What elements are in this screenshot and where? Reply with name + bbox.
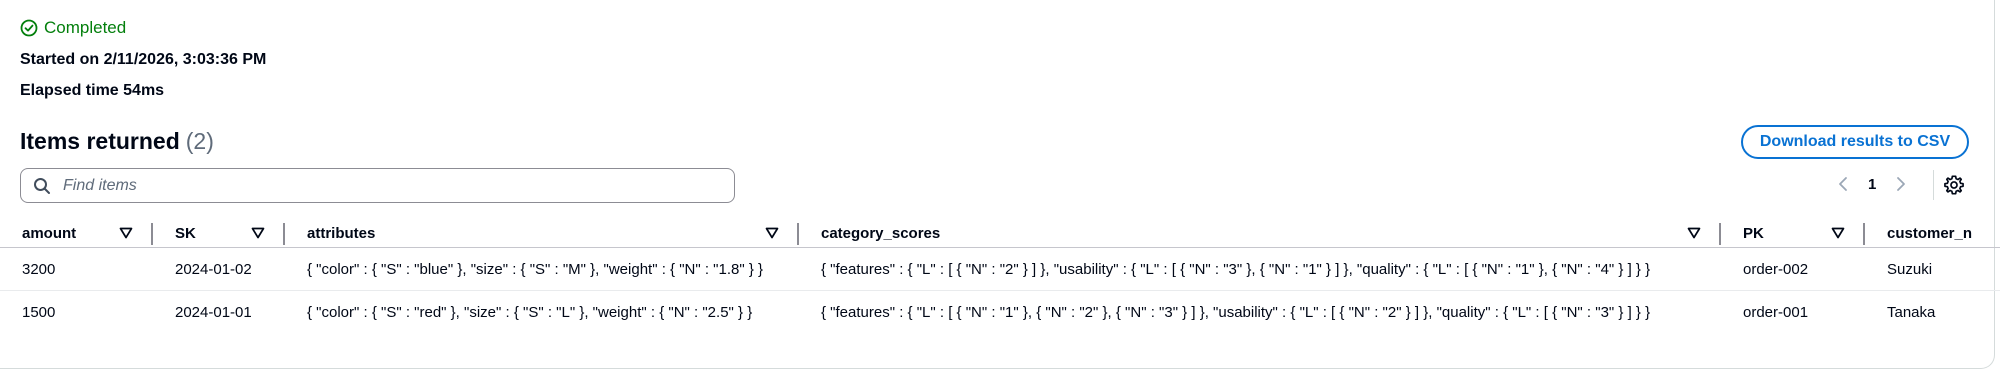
cell-amount[interactable]: 3200: [0, 247, 153, 291]
sort-icon[interactable]: [119, 227, 133, 239]
cell-attributes[interactable]: { "color" : { "S" : "red" }, "size" : { …: [285, 291, 799, 334]
sort-icon[interactable]: [1831, 227, 1845, 239]
column-header-category-scores[interactable]: category_scores: [799, 219, 1721, 248]
cell-sk[interactable]: 2024-01-01: [153, 291, 285, 334]
cell-attributes[interactable]: { "color" : { "S" : "blue" }, "size" : {…: [285, 247, 799, 291]
column-label: SK: [175, 224, 196, 242]
current-page-number[interactable]: 1: [1868, 176, 1876, 193]
results-panel: Completed Started on 2/11/2026, 3:03:36 …: [0, 0, 2000, 369]
sort-icon[interactable]: [1687, 227, 1701, 239]
cell-category-scores[interactable]: { "features" : { "L" : [ { "N" : "2" } ]…: [799, 247, 1721, 291]
column-header-sk[interactable]: SK: [153, 219, 285, 248]
column-header-pk[interactable]: PK: [1721, 219, 1865, 248]
sort-icon[interactable]: [251, 227, 265, 239]
chevron-right-icon: [1897, 177, 1906, 191]
results-table: amount SK attributes category_scores PK …: [0, 219, 2000, 333]
cell-customer-name[interactable]: Suzuki: [1865, 247, 2000, 291]
items-returned-count: (2): [185, 128, 214, 154]
elapsed-time-text: Elapsed time 54ms: [20, 82, 165, 99]
pagination: 1: [1836, 174, 1908, 194]
search-input[interactable]: [61, 175, 705, 196]
cell-sk[interactable]: 2024-01-02: [153, 247, 285, 291]
status-label: Completed: [44, 18, 127, 37]
column-label: amount: [22, 224, 77, 242]
sort-icon[interactable]: [765, 227, 779, 239]
cell-amount[interactable]: 1500: [0, 291, 153, 334]
download-csv-button[interactable]: Download results to CSV: [1741, 125, 1969, 159]
cell-category-scores[interactable]: { "features" : { "L" : [ { "N" : "1" }, …: [799, 291, 1721, 334]
column-label: category_scores: [821, 224, 941, 242]
check-circle-icon: [20, 19, 38, 37]
column-header-customer-name[interactable]: customer_n: [1865, 219, 2000, 248]
table-row[interactable]: 3200 2024-01-02 { "color" : { "S" : "blu…: [0, 247, 2000, 291]
table-header-row: amount SK attributes category_scores PK …: [0, 219, 2000, 248]
started-on-text: Started on 2/11/2026, 3:03:36 PM: [20, 51, 267, 68]
cell-customer-name[interactable]: Tanaka: [1865, 291, 2000, 334]
previous-page-button[interactable]: [1836, 174, 1850, 194]
gear-icon[interactable]: [1943, 174, 1965, 196]
pagination-divider: [1933, 170, 1934, 200]
status-indicator: Completed: [20, 18, 126, 38]
items-returned-title: Items returned: [20, 128, 180, 154]
search-box: [20, 168, 735, 203]
column-label: customer_n: [1887, 224, 1973, 242]
items-returned-heading: Items returned (2): [20, 128, 214, 155]
chevron-left-icon: [1839, 177, 1847, 191]
search-icon: [34, 177, 50, 194]
table-row[interactable]: 1500 2024-01-01 { "color" : { "S" : "red…: [0, 291, 2000, 334]
next-page-button[interactable]: [1894, 174, 1908, 194]
column-header-amount[interactable]: amount: [0, 219, 153, 248]
column-header-attributes[interactable]: attributes: [285, 219, 799, 248]
column-label: PK: [1743, 224, 1764, 242]
cell-pk[interactable]: order-001: [1721, 291, 1865, 334]
column-label: attributes: [307, 224, 376, 242]
cell-pk[interactable]: order-002: [1721, 247, 1865, 291]
